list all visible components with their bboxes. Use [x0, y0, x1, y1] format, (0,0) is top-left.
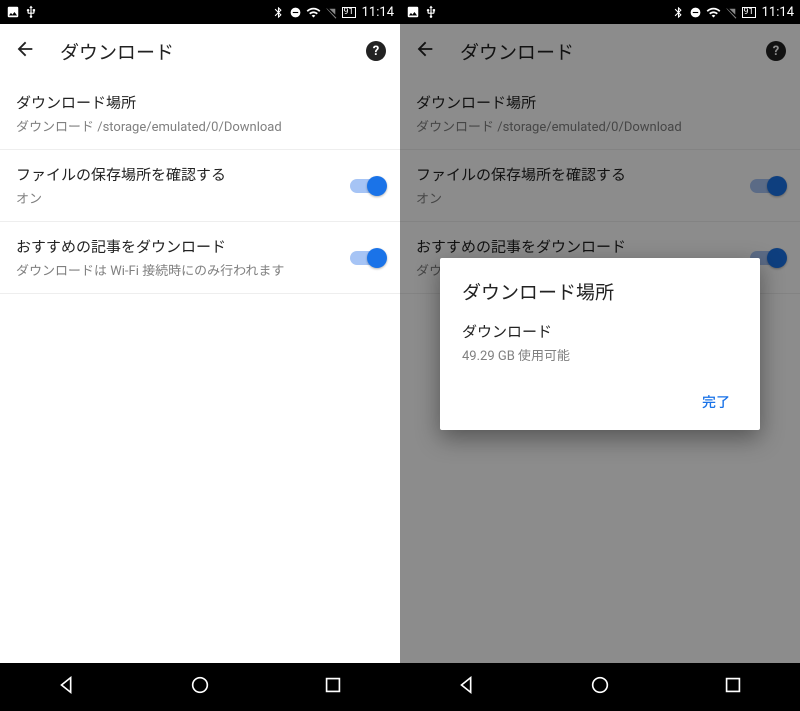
dialog-title: ダウンロード場所	[462, 278, 738, 305]
setting-subtitle: オン	[16, 188, 338, 207]
page-title: ダウンロード	[460, 38, 742, 65]
nav-recent-icon[interactable]	[722, 674, 744, 700]
wifi-icon	[306, 5, 321, 20]
nav-home-icon[interactable]	[189, 674, 211, 700]
nav-home-icon[interactable]	[589, 674, 611, 700]
setting-download-location[interactable]: ダウンロード場所 ダウンロード /storage/emulated/0/Down…	[0, 78, 400, 150]
usb-icon	[424, 5, 438, 19]
setting-confirm-location[interactable]: ファイルの保存場所を確認する オン	[400, 150, 800, 222]
status-bar: 91 11:14	[0, 0, 400, 24]
dialog-option[interactable]: ダウンロード 49.29 GB 使用可能	[462, 321, 738, 364]
dialog-option-label: ダウンロード	[462, 321, 738, 342]
setting-subtitle: ダウンロード /storage/emulated/0/Download	[16, 116, 384, 135]
app-header: ダウンロード ?	[0, 24, 400, 78]
setting-title: おすすめの記事をダウンロード	[16, 236, 338, 257]
clock-time: 11:14	[362, 5, 394, 20]
dnd-icon	[689, 6, 702, 19]
dialog-done-button[interactable]: 完了	[694, 382, 738, 422]
page-title: ダウンロード	[60, 38, 342, 65]
wifi-icon	[706, 5, 721, 20]
no-sim-icon	[325, 6, 338, 19]
phone-right: 91 11:14 ダウンロード ? ダウンロード場所 ダウンロード /stora…	[400, 0, 800, 711]
nav-bar	[0, 663, 400, 711]
nav-recent-icon[interactable]	[322, 674, 344, 700]
setting-subtitle: オン	[416, 188, 738, 207]
back-button[interactable]	[414, 38, 436, 64]
settings-list: ダウンロード場所 ダウンロード /storage/emulated/0/Down…	[0, 78, 400, 663]
no-sim-icon	[725, 6, 738, 19]
clock-time: 11:14	[762, 5, 794, 20]
setting-confirm-location[interactable]: ファイルの保存場所を確認する オン	[0, 150, 400, 222]
battery-level: 91	[742, 7, 756, 18]
dnd-icon	[289, 6, 302, 19]
toggle-switch[interactable]	[350, 251, 384, 265]
setting-title: ダウンロード場所	[416, 92, 784, 113]
status-bar: 91 11:14	[400, 0, 800, 24]
setting-title: おすすめの記事をダウンロード	[416, 236, 738, 257]
nav-bar	[400, 663, 800, 711]
help-icon[interactable]: ?	[766, 41, 786, 61]
image-icon	[6, 5, 20, 19]
dialog-option-sub: 49.29 GB 使用可能	[462, 345, 738, 364]
bluetooth-icon	[672, 6, 685, 19]
bluetooth-icon	[272, 6, 285, 19]
setting-download-location[interactable]: ダウンロード場所 ダウンロード /storage/emulated/0/Down…	[400, 78, 800, 150]
setting-subtitle: ダウンロードは Wi-Fi 接続時にのみ行われます	[16, 260, 338, 279]
setting-download-articles[interactable]: おすすめの記事をダウンロード ダウンロードは Wi-Fi 接続時にのみ行われます	[0, 222, 400, 294]
battery-level: 91	[342, 7, 356, 18]
setting-subtitle: ダウンロード /storage/emulated/0/Download	[416, 116, 784, 135]
usb-icon	[24, 5, 38, 19]
back-button[interactable]	[14, 38, 36, 64]
setting-title: ファイルの保存場所を確認する	[416, 164, 738, 185]
help-icon[interactable]: ?	[366, 41, 386, 61]
nav-back-icon[interactable]	[56, 674, 78, 700]
image-icon	[406, 5, 420, 19]
toggle-switch[interactable]	[350, 179, 384, 193]
setting-title: ダウンロード場所	[16, 92, 384, 113]
download-location-dialog: ダウンロード場所 ダウンロード 49.29 GB 使用可能 完了	[440, 258, 760, 430]
toggle-switch[interactable]	[750, 179, 784, 193]
nav-back-icon[interactable]	[456, 674, 478, 700]
phone-left: 91 11:14 ダウンロード ? ダウンロード場所 ダウンロード /stora…	[0, 0, 400, 711]
app-header: ダウンロード ?	[400, 24, 800, 78]
setting-title: ファイルの保存場所を確認する	[16, 164, 338, 185]
